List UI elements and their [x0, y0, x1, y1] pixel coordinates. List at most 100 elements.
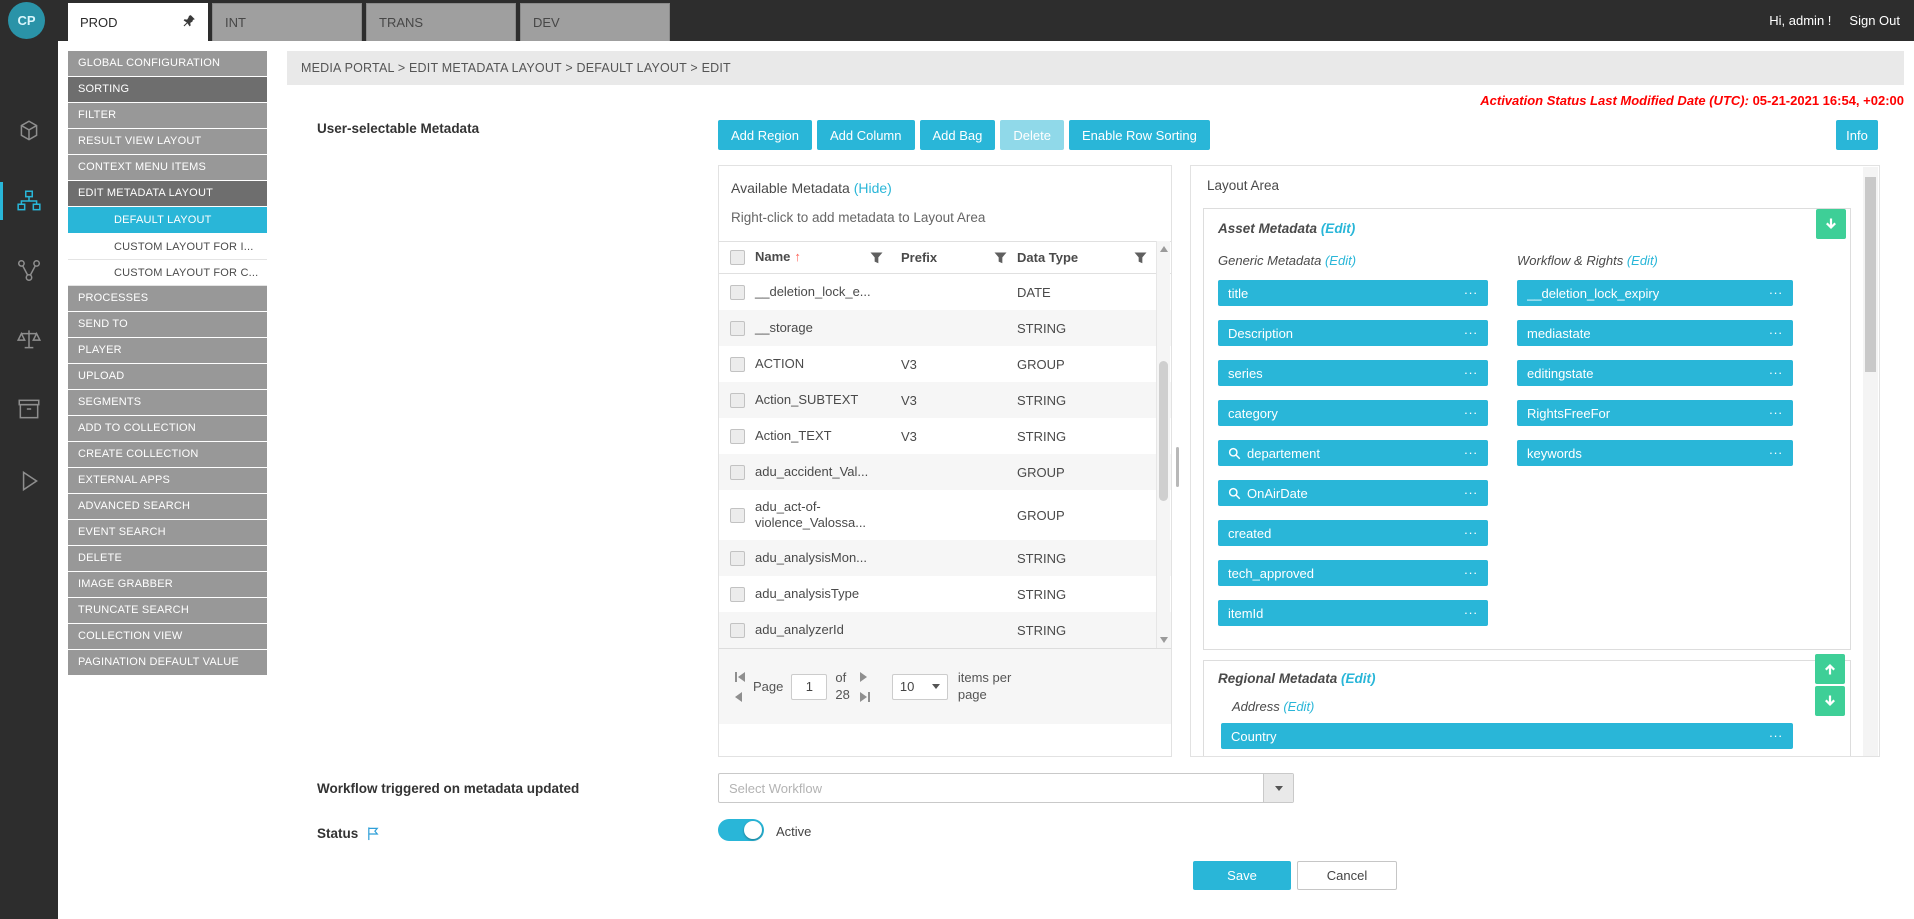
sidebar-item-custom-layout-1[interactable]: CUSTOM LAYOUT FOR I... [68, 234, 267, 260]
sidebar-item-create-collection[interactable]: CREATE COLLECTION [68, 442, 267, 467]
workflow-rights-edit-link[interactable]: (Edit) [1627, 253, 1658, 268]
sidebar-item-player[interactable]: PLAYER [68, 338, 267, 363]
chip-menu-icon[interactable]: ... [1464, 402, 1478, 417]
add-column-button[interactable]: Add Column [817, 120, 915, 150]
row-checkbox[interactable] [730, 321, 745, 336]
table-row[interactable]: adu_analyzerId STRING [719, 612, 1171, 648]
column-header-name[interactable]: Name [755, 249, 790, 265]
chip-menu-icon[interactable]: ... [1464, 562, 1478, 577]
sidebar-item-processes[interactable]: PROCESSES [68, 286, 267, 311]
first-page-button[interactable] [735, 672, 745, 682]
chip-itemid[interactable]: itemId ... [1218, 600, 1488, 626]
generic-metadata-edit-link[interactable]: (Edit) [1325, 253, 1356, 268]
sidebar-item-sorting[interactable]: SORTING [68, 77, 267, 102]
sidebar-item-advanced-search[interactable]: ADVANCED SEARCH [68, 494, 267, 519]
chip-menu-icon[interactable]: ... [1769, 725, 1783, 740]
chip-menu-icon[interactable]: ... [1464, 322, 1478, 337]
app-logo[interactable]: CP [8, 2, 45, 39]
move-region-down-button[interactable] [1816, 209, 1846, 239]
chip-menu-icon[interactable]: ... [1464, 442, 1478, 457]
sidebar-item-context-menu-items[interactable]: CONTEXT MENU ITEMS [68, 155, 267, 180]
filter-icon[interactable] [870, 252, 883, 264]
tab-int[interactable]: INT [212, 3, 362, 41]
chip-menu-icon[interactable]: ... [1464, 282, 1478, 297]
select-all-checkbox[interactable] [730, 250, 745, 265]
sidebar-item-default-layout[interactable]: DEFAULT LAYOUT [68, 207, 267, 233]
chip-created[interactable]: created ... [1218, 520, 1488, 546]
chip-menu-icon[interactable]: ... [1769, 282, 1783, 297]
sidebar-item-truncate-search[interactable]: TRUNCATE SEARCH [68, 598, 267, 623]
move-region-down-button[interactable] [1815, 686, 1845, 716]
row-checkbox[interactable] [730, 357, 745, 372]
sidebar-item-global-configuration[interactable]: GLOBAL CONFIGURATION [68, 51, 267, 76]
save-button[interactable]: Save [1193, 861, 1291, 890]
table-row[interactable]: __storage STRING [719, 310, 1171, 346]
cube-icon[interactable] [0, 109, 58, 153]
scroll-up-icon[interactable] [1160, 246, 1168, 252]
play-icon[interactable] [0, 459, 58, 503]
row-checkbox[interactable] [730, 551, 745, 566]
sign-out-link[interactable]: Sign Out [1849, 13, 1900, 28]
chip-keywords[interactable]: keywords ... [1517, 440, 1793, 466]
chip-deletion-lock-expiry[interactable]: __deletion_lock_expiry ... [1517, 280, 1793, 306]
regional-metadata-edit-link[interactable]: (Edit) [1341, 671, 1376, 686]
page-size-select[interactable]: 10 [892, 674, 948, 700]
sidebar-item-event-search[interactable]: EVENT SEARCH [68, 520, 267, 545]
row-checkbox[interactable] [730, 393, 745, 408]
table-row[interactable]: ACTION V3 GROUP [719, 346, 1171, 382]
chip-mediastate[interactable]: mediastate ... [1517, 320, 1793, 346]
table-row[interactable]: Action_TEXT V3 STRING [719, 418, 1171, 454]
table-row[interactable]: adu_analysisMon... STRING [719, 540, 1171, 576]
row-checkbox[interactable] [730, 587, 745, 602]
chip-menu-icon[interactable]: ... [1769, 362, 1783, 377]
hide-link[interactable]: (Hide) [854, 180, 892, 196]
table-row[interactable]: adu_act-of-violence_Valossa... GROUP [719, 490, 1171, 540]
column-header-prefix[interactable]: Prefix [901, 250, 937, 265]
chip-menu-icon[interactable]: ... [1464, 522, 1478, 537]
workflow-select[interactable]: Select Workflow [718, 773, 1294, 803]
row-checkbox[interactable] [730, 623, 745, 638]
layout-area-scrollbar[interactable] [1863, 167, 1878, 757]
enable-row-sorting-button[interactable]: Enable Row Sorting [1069, 120, 1210, 150]
chip-menu-icon[interactable]: ... [1769, 402, 1783, 417]
chip-departement[interactable]: departement ... [1218, 440, 1488, 466]
chip-menu-icon[interactable]: ... [1464, 482, 1478, 497]
chip-country[interactable]: Country ... [1221, 723, 1793, 749]
sidebar-item-delete[interactable]: DELETE [68, 546, 267, 571]
scrollbar-thumb[interactable] [1865, 177, 1876, 372]
row-checkbox[interactable] [730, 465, 745, 480]
sidebar-item-image-grabber[interactable]: IMAGE GRABBER [68, 572, 267, 597]
chip-menu-icon[interactable]: ... [1464, 362, 1478, 377]
chip-menu-icon[interactable]: ... [1769, 322, 1783, 337]
toggle-knob[interactable] [744, 821, 762, 839]
page-number-input[interactable] [791, 674, 827, 700]
cancel-button[interactable]: Cancel [1297, 861, 1397, 890]
scroll-down-icon[interactable] [1160, 637, 1168, 643]
table-row[interactable]: __deletion_lock_e... DATE [719, 274, 1171, 310]
tab-prod[interactable]: PROD [68, 3, 208, 41]
sitemap-icon[interactable] [0, 179, 58, 223]
tab-dev[interactable]: DEV [520, 3, 670, 41]
add-region-button[interactable]: Add Region [718, 120, 812, 150]
sidebar-item-pagination-default-value[interactable]: PAGINATION DEFAULT VALUE [68, 650, 267, 675]
table-scrollbar[interactable] [1156, 241, 1170, 648]
previous-page-button[interactable] [735, 692, 745, 702]
row-checkbox[interactable] [730, 508, 745, 523]
status-toggle[interactable] [718, 819, 764, 841]
chip-category[interactable]: category ... [1218, 400, 1488, 426]
sidebar-item-edit-metadata-layout[interactable]: EDIT METADATA LAYOUT [68, 181, 267, 206]
info-button[interactable]: Info [1836, 120, 1878, 150]
chip-editingstate[interactable]: editingstate ... [1517, 360, 1793, 386]
sidebar-item-collection-view[interactable]: COLLECTION VIEW [68, 624, 267, 649]
scale-icon[interactable] [0, 317, 58, 361]
filter-icon[interactable] [1134, 252, 1147, 264]
sidebar-item-external-apps[interactable]: EXTERNAL APPS [68, 468, 267, 493]
row-checkbox[interactable] [730, 429, 745, 444]
last-page-button[interactable] [860, 692, 870, 702]
dropdown-button[interactable] [1263, 774, 1293, 802]
sidebar-item-send-to[interactable]: SEND TO [68, 312, 267, 337]
table-row[interactable]: Action_SUBTEXT V3 STRING [719, 382, 1171, 418]
sidebar-item-upload[interactable]: UPLOAD [68, 364, 267, 389]
chip-title[interactable]: title ... [1218, 280, 1488, 306]
chip-rightsfreefor[interactable]: RightsFreeFor ... [1517, 400, 1793, 426]
